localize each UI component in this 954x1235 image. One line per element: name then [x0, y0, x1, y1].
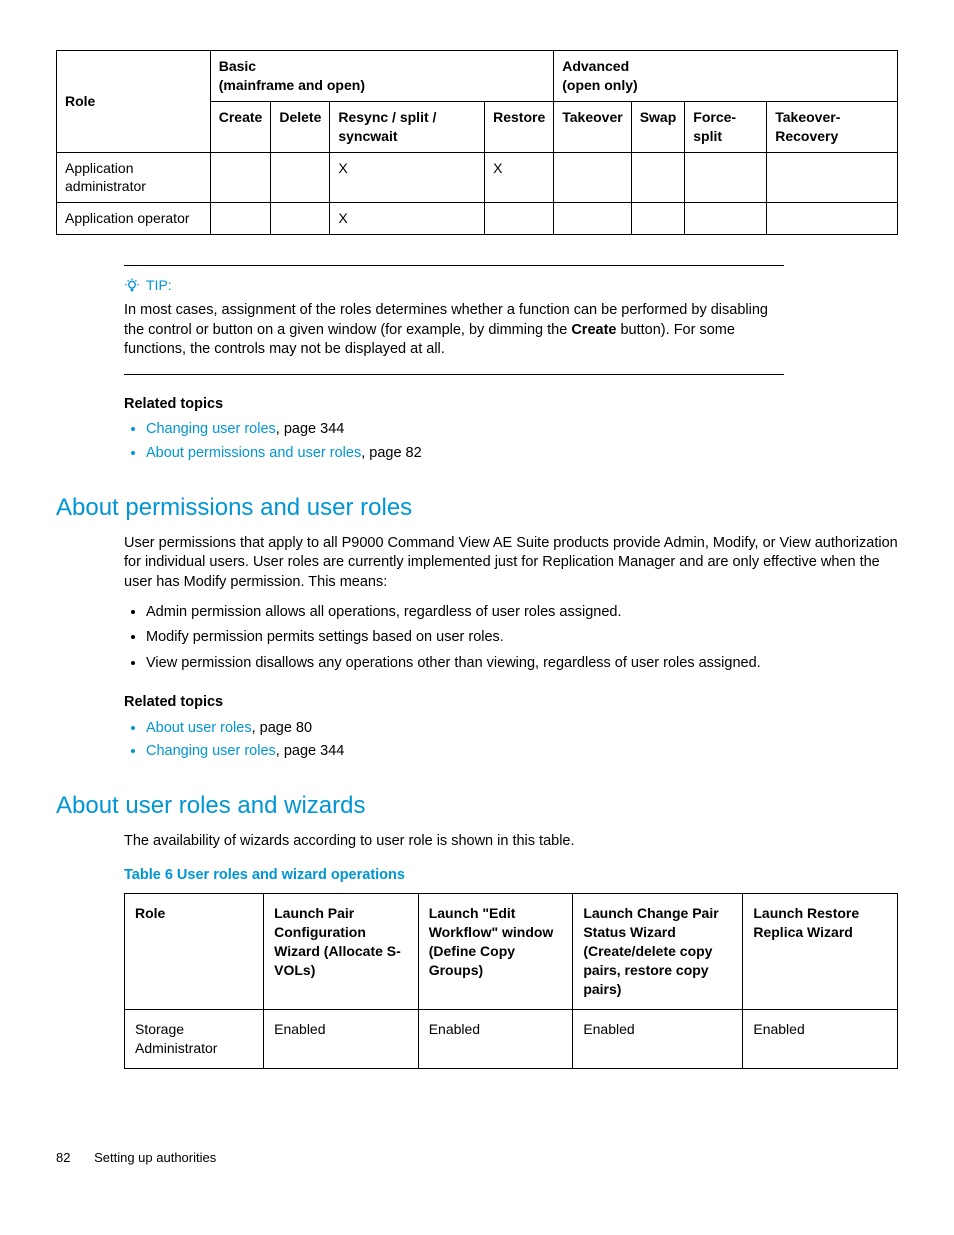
- cell: X: [330, 152, 485, 203]
- related-topics-list: About user roles, page 80 Changing user …: [124, 719, 898, 762]
- section-heading-wizards: About user roles and wizards: [56, 790, 898, 822]
- col-takeover: Takeover: [554, 101, 631, 152]
- section-para: The availability of wizards according to…: [124, 832, 898, 852]
- col-advanced: Advanced (open only): [554, 51, 898, 102]
- related-topics-heading: Related topics: [124, 693, 898, 713]
- cell: Enabled: [418, 1009, 573, 1068]
- cell: [271, 152, 330, 203]
- col-role: Role: [57, 51, 211, 153]
- permissions-list: Admin permission allows all operations, …: [124, 603, 898, 674]
- link-changing-user-roles[interactable]: Changing user roles: [146, 743, 276, 759]
- page-footer: 82 Setting up authorities: [56, 1149, 898, 1167]
- tip-label-text: TIP:: [146, 276, 172, 295]
- tip-box: TIP: In most cases, assignment of the ro…: [124, 265, 784, 375]
- col-launch-change: Launch Change Pair Status Wizard (Create…: [573, 894, 743, 1009]
- link-about-permissions[interactable]: About permissions and user roles: [146, 445, 361, 461]
- cell: Enabled: [264, 1009, 419, 1068]
- list-item: Changing user roles, page 344: [146, 420, 898, 440]
- cell: [554, 203, 631, 235]
- cell-role: Application operator: [57, 203, 211, 235]
- list-item: About permissions and user roles, page 8…: [146, 444, 898, 464]
- section-heading-permissions: About permissions and user roles: [56, 492, 898, 524]
- table-row: Application administrator X X: [57, 152, 898, 203]
- list-item: About user roles, page 80: [146, 719, 898, 739]
- col-delete: Delete: [271, 101, 330, 152]
- related-topics-list: Changing user roles, page 344 About perm…: [124, 420, 898, 463]
- cell: [631, 203, 685, 235]
- col-launch-pair: Launch Pair Configuration Wizard (Alloca…: [264, 894, 419, 1009]
- col-restore: Restore: [485, 101, 554, 152]
- list-item: Changing user roles, page 344: [146, 742, 898, 762]
- cell: [210, 152, 271, 203]
- cell: [767, 203, 898, 235]
- section-para: User permissions that apply to all P9000…: [124, 534, 898, 593]
- cell: Enabled: [573, 1009, 743, 1068]
- cell: X: [485, 152, 554, 203]
- list-item: Admin permission allows all operations, …: [146, 603, 898, 623]
- page-number: 82: [56, 1150, 70, 1165]
- cell: [210, 203, 271, 235]
- roles-wizards-table: Role Launch Pair Configuration Wizard (A…: [124, 893, 898, 1068]
- related-topics-heading: Related topics: [124, 395, 898, 415]
- cell: [485, 203, 554, 235]
- cell: [271, 203, 330, 235]
- list-item: Modify permission permits settings based…: [146, 628, 898, 648]
- col-swap: Swap: [631, 101, 685, 152]
- lightbulb-icon: [124, 278, 140, 294]
- col-forcesplit: Force-split: [685, 101, 767, 152]
- col-basic: Basic (mainframe and open): [210, 51, 554, 102]
- cell-role: Storage Administrator: [125, 1009, 264, 1068]
- col-launch-restore: Launch Restore Replica Wizard: [743, 894, 898, 1009]
- cell: [767, 152, 898, 203]
- col-launch-edit: Launch "Edit Workflow" window (Define Co…: [418, 894, 573, 1009]
- col-takeoverrec: Takeover-Recovery: [767, 101, 898, 152]
- table-row: Storage Administrator Enabled Enabled En…: [125, 1009, 898, 1068]
- roles-operations-table: Role Basic (mainframe and open) Advanced…: [56, 50, 898, 235]
- cell: X: [330, 203, 485, 235]
- col-create: Create: [210, 101, 271, 152]
- cell: [631, 152, 685, 203]
- table-row: Application operator X: [57, 203, 898, 235]
- cell: [554, 152, 631, 203]
- tip-label: TIP:: [124, 276, 784, 295]
- col-role: Role: [125, 894, 264, 1009]
- link-about-user-roles[interactable]: About user roles: [146, 720, 252, 736]
- link-changing-user-roles[interactable]: Changing user roles: [146, 421, 276, 437]
- cell-role: Application administrator: [57, 152, 211, 203]
- cell: [685, 152, 767, 203]
- list-item: View permission disallows any operations…: [146, 654, 898, 674]
- tip-body: In most cases, assignment of the roles d…: [124, 301, 784, 360]
- col-resync: Resync / split / syncwait: [330, 101, 485, 152]
- table-caption: Table 6 User roles and wizard operations: [124, 866, 898, 886]
- cell: Enabled: [743, 1009, 898, 1068]
- footer-title: Setting up authorities: [94, 1150, 216, 1165]
- cell: [685, 203, 767, 235]
